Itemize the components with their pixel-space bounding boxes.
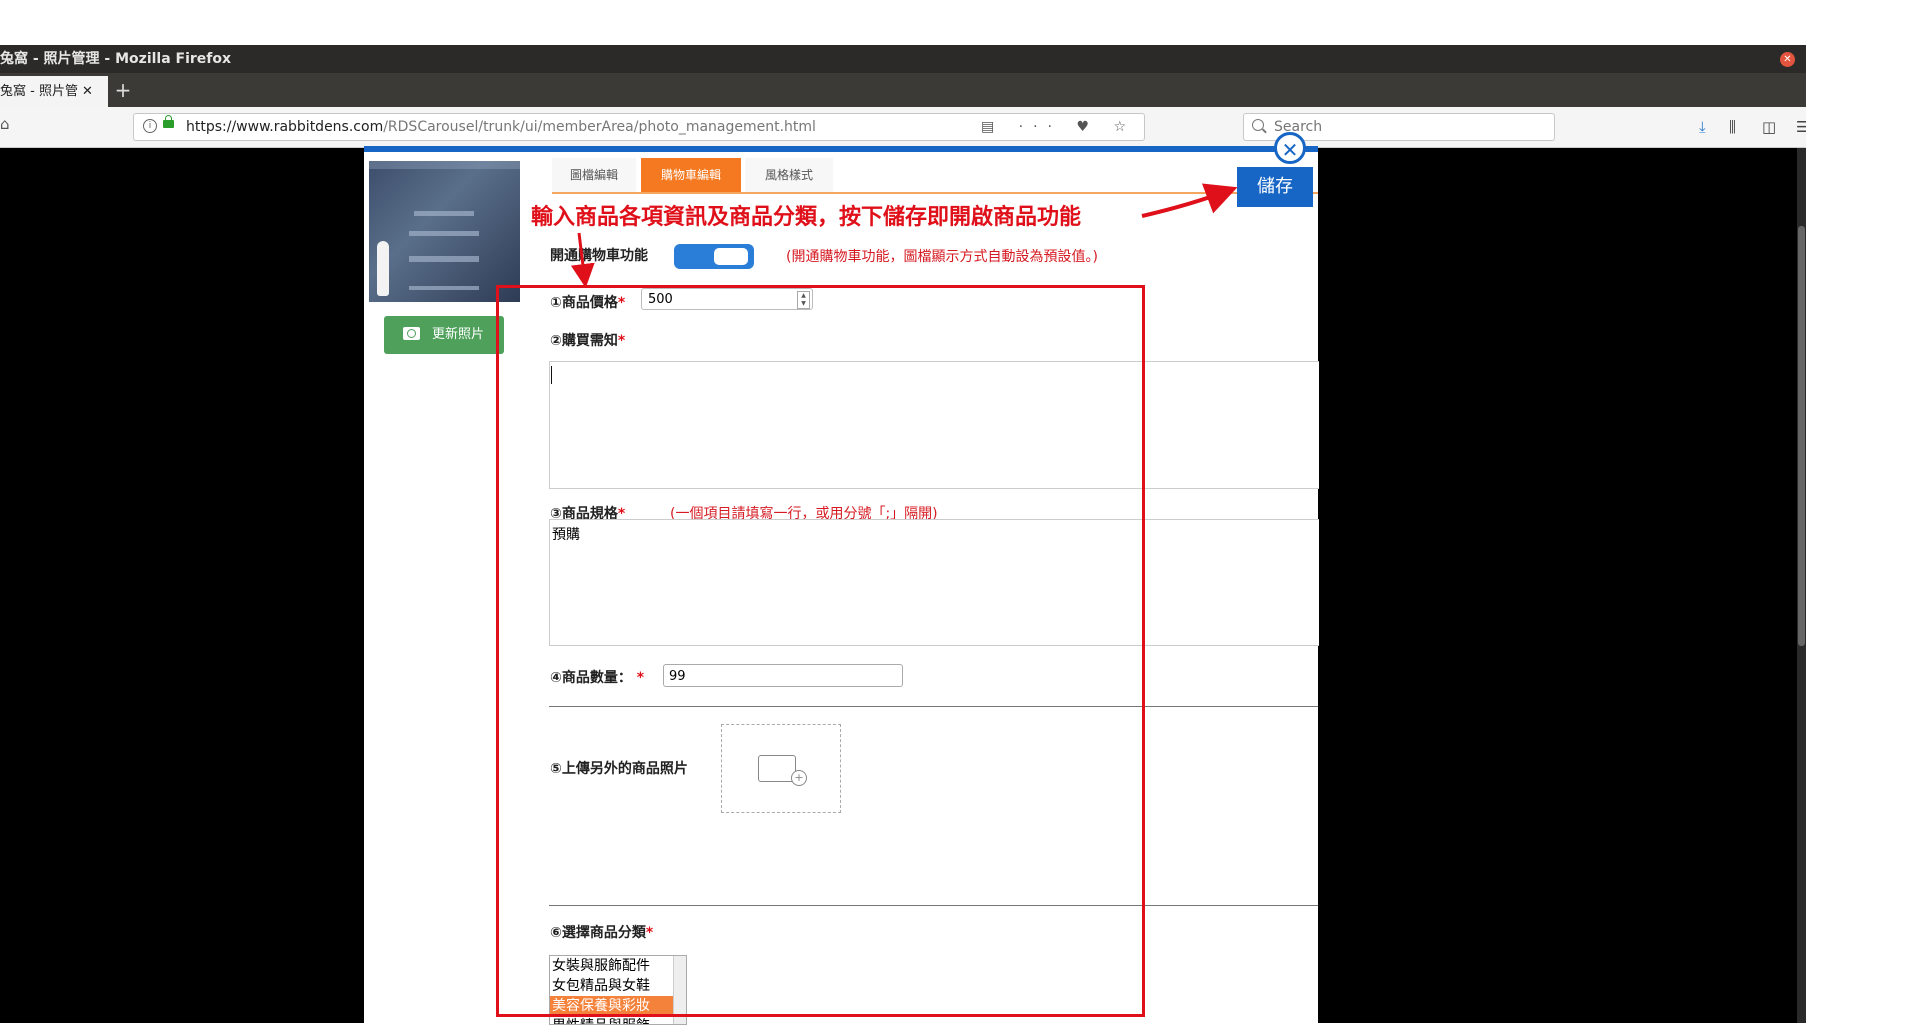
library-icon[interactable]: ⫼: [1729, 107, 1736, 147]
sidebar-icon[interactable]: ◫: [1762, 107, 1776, 147]
search-input[interactable]: [1272, 117, 1546, 137]
modal-top-accent: [364, 146, 1318, 152]
page-scrollbar[interactable]: [1797, 148, 1806, 1023]
rabbit-logo-icon: [377, 241, 389, 296]
home-icon[interactable]: ⌂: [0, 115, 10, 133]
modal-close-icon[interactable]: ✕: [1274, 132, 1306, 164]
tab-style[interactable]: 風格樣式: [745, 158, 833, 192]
category-option[interactable]: 男性精品與服飾: [550, 1016, 686, 1024]
lock-icon: [163, 115, 174, 128]
cart-enable-label: 開通購物車功能: [550, 248, 648, 264]
browser-tab-label: 兔窩 - 照片管: [0, 84, 78, 99]
tab-image-edit[interactable]: 圖檔編輯: [552, 158, 636, 192]
cart-enable-toggle[interactable]: [674, 244, 754, 269]
page-actions-icons[interactable]: ▤ ··· ♥ ☆: [981, 114, 1136, 140]
desktop-background: [1806, 45, 1920, 1023]
tab-close-icon[interactable]: ✕: [82, 76, 93, 107]
save-button[interactable]: 儲存: [1237, 167, 1313, 207]
window-titlebar: 兔窩 - 照片管理 - Mozilla Firefox ✕: [0, 45, 1806, 73]
annotation-text: 輸入商品各項資訊及商品分類，按下儲存即開啟商品功能: [531, 205, 1082, 230]
update-photo-button[interactable]: 更新照片: [384, 316, 504, 354]
download-icon[interactable]: ⤓: [1699, 107, 1706, 147]
window-title: 兔窩 - 照片管理 - Mozilla Firefox: [0, 51, 232, 67]
cart-enable-note: (開通購物車功能，圖檔顯示方式自動設為預設值。): [786, 249, 1098, 265]
browser-tabbar: 兔窩 - 照片管 ✕ +: [0, 73, 1806, 107]
toggle-knob: [714, 248, 748, 265]
photo-thumbnail: [369, 161, 520, 302]
new-tab-icon[interactable]: +: [112, 73, 134, 107]
tab-underline: [552, 192, 1318, 194]
scrollbar-thumb[interactable]: [1798, 226, 1805, 646]
tab-cart-edit[interactable]: 購物車編輯: [641, 158, 741, 192]
url-path: /RDSCarousel/trunk/ui/memberArea/photo_m…: [383, 119, 816, 135]
update-photo-label: 更新照片: [432, 327, 485, 342]
window-close-icon[interactable]: ✕: [1780, 52, 1795, 67]
info-icon[interactable]: i: [143, 119, 157, 133]
browser-tab[interactable]: 兔窩 - 照片管 ✕: [0, 76, 108, 107]
url-bar[interactable]: i https://www.rabbitdens.com/RDSCarousel…: [133, 113, 1145, 141]
browser-navbar: ⌂ i https://www.rabbitdens.com/RDSCarous…: [0, 107, 1809, 148]
camera-icon: [403, 327, 420, 340]
annotation-highlight-box: [496, 285, 1145, 1017]
url-text[interactable]: https://www.rabbitdens.com/RDSCarousel/t…: [186, 114, 816, 140]
url-domain: https://www.rabbitdens.com: [186, 119, 384, 135]
search-icon: [1252, 119, 1264, 131]
